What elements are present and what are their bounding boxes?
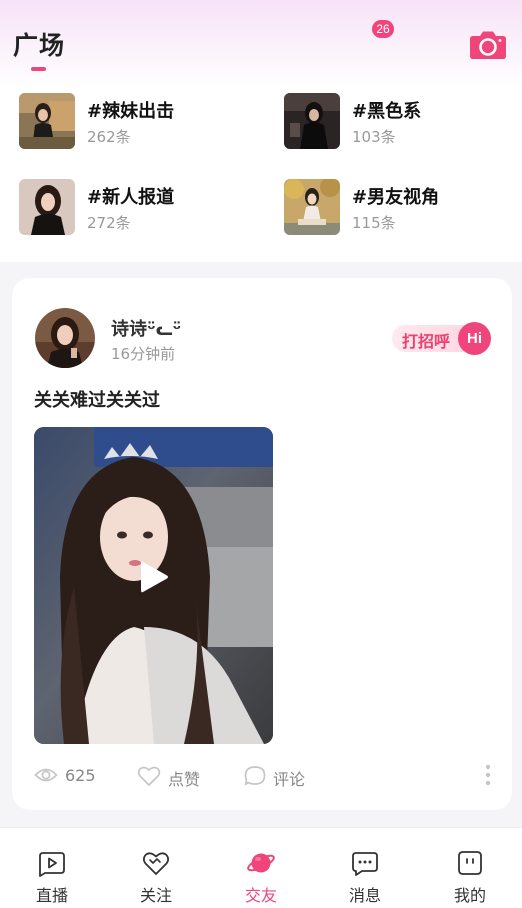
topic-item[interactable]: #男友视角 115条 bbox=[284, 176, 514, 236]
like-label: 点赞 bbox=[168, 770, 201, 789]
tab-label: 关注 bbox=[139, 886, 172, 905]
comment-button[interactable]: 评论 bbox=[243, 762, 333, 792]
topic-name: #男友视角 bbox=[352, 187, 440, 208]
bottom-tab-bar: 直播 关注 交友 消息 我的 bbox=[0, 827, 522, 908]
username[interactable]: 诗诗ᵕ̈ᓚᵕ̈ bbox=[111, 315, 181, 341]
topic-count: 272条 bbox=[87, 214, 131, 232]
topic-thumbnail bbox=[19, 179, 75, 235]
eye-icon bbox=[34, 768, 58, 782]
tab-label: 消息 bbox=[348, 886, 381, 905]
message-badge: 26 bbox=[372, 20, 394, 38]
topic-thumbnail bbox=[284, 179, 340, 235]
tab-live[interactable]: 直播 bbox=[0, 828, 104, 908]
tab-label: 直播 bbox=[35, 886, 68, 905]
topic-thumbnail bbox=[19, 93, 75, 149]
post-text: 关关难过关关过 bbox=[34, 390, 160, 411]
topic-item[interactable]: #黑色系 103条 bbox=[284, 90, 514, 150]
tab-label: 交友 bbox=[244, 886, 277, 905]
greet-label: 打招呼 bbox=[402, 332, 451, 351]
topic-name: #新人报道 bbox=[87, 187, 175, 208]
camera-icon bbox=[470, 31, 506, 59]
avatar[interactable] bbox=[35, 308, 95, 368]
tab-profile[interactable]: 我的 bbox=[418, 828, 522, 908]
post-time: 16分钟前 bbox=[111, 345, 176, 363]
comment-label: 评论 bbox=[273, 770, 306, 789]
tab-messages[interactable]: 消息 bbox=[313, 828, 417, 908]
topic-count: 115条 bbox=[352, 214, 396, 232]
planet-icon bbox=[247, 853, 275, 873]
camera-button[interactable] bbox=[469, 30, 507, 60]
page-title: 广场 bbox=[13, 31, 66, 60]
topic-name: #黑色系 bbox=[352, 101, 422, 122]
more-icon[interactable] bbox=[483, 762, 493, 788]
live-icon bbox=[39, 852, 65, 877]
video-thumbnail[interactable] bbox=[34, 427, 273, 744]
play-icon bbox=[141, 561, 168, 593]
tab-follow[interactable]: 关注 bbox=[104, 828, 208, 908]
like-button[interactable]: 点赞 bbox=[137, 762, 227, 792]
post-card[interactable]: 诗诗ᵕ̈ᓚᵕ̈ 16分钟前 打招呼 Hi 关关难过关关过 625 点赞 评论 bbox=[12, 278, 512, 810]
views-count: 625 bbox=[65, 766, 96, 785]
comment-icon bbox=[244, 766, 266, 786]
topic-item[interactable]: #新人报道 272条 bbox=[19, 176, 249, 236]
heart-outline-icon bbox=[137, 766, 161, 786]
chat-icon bbox=[352, 852, 378, 876]
topic-count: 103条 bbox=[352, 128, 396, 146]
topic-count: 262条 bbox=[87, 128, 131, 146]
tab-label: 我的 bbox=[453, 886, 486, 905]
profile-icon bbox=[458, 851, 482, 875]
title-underline bbox=[31, 67, 46, 71]
heart-icon bbox=[142, 852, 170, 875]
greet-button[interactable]: 打招呼 Hi bbox=[392, 322, 492, 355]
topic-item[interactable]: #辣妹出击 262条 bbox=[19, 90, 249, 150]
views-stat: 625 bbox=[34, 762, 124, 792]
post-stats: 625 点赞 评论 bbox=[12, 762, 512, 792]
topic-name: #辣妹出击 bbox=[87, 101, 175, 122]
topic-thumbnail bbox=[284, 93, 340, 149]
header: 广场 #辣妹出击 262条 #黑色系 103条 #新人报道 272条 #男友视角… bbox=[0, 0, 522, 262]
hi-badge: Hi bbox=[458, 322, 491, 355]
tab-social[interactable]: 交友 bbox=[209, 828, 313, 908]
